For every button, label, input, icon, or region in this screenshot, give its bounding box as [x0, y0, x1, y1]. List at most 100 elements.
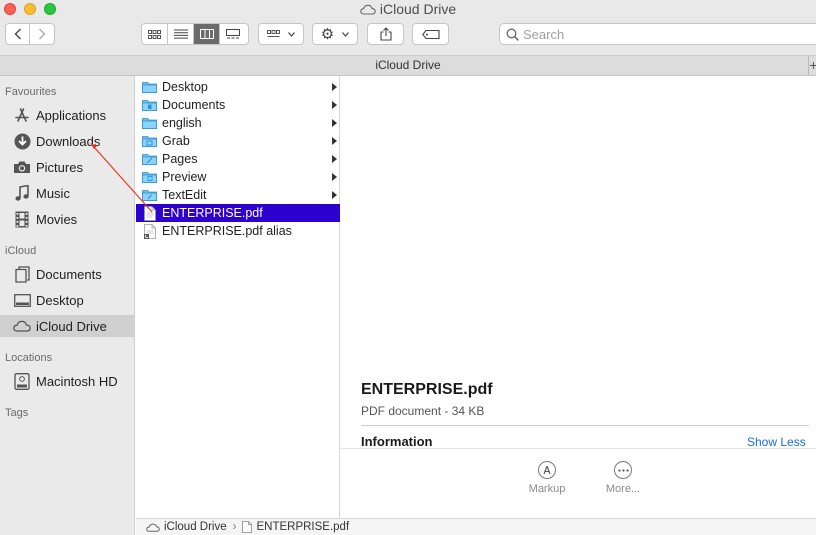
- path-bar: iCloud Drive › ENTERPRISE.pdf: [136, 518, 816, 535]
- disclosure-arrow-icon: [332, 191, 337, 199]
- window-title: iCloud Drive: [0, 1, 816, 18]
- view-mode-control: [141, 23, 249, 45]
- search-icon: [506, 28, 519, 41]
- list-item-label: Preview: [162, 170, 207, 184]
- preview-file-name: ENTERPRISE.pdf: [361, 381, 493, 398]
- list-item-label: TextEdit: [162, 188, 207, 202]
- disclosure-arrow-icon: [332, 83, 337, 91]
- sidebar-item-label: Documents: [36, 266, 102, 282]
- preview-pane: ENTERPRISE.pdf PDF document - 34 KB Info…: [341, 76, 816, 518]
- sidebar-item-label: Movies: [36, 211, 78, 227]
- applications-icon: [13, 106, 31, 124]
- list-item-label: Documents: [162, 98, 226, 112]
- list-item-label: ENTERPRISE.pdf alias: [162, 224, 292, 238]
- chevron-left-icon: [14, 28, 21, 40]
- document-icon: [13, 265, 31, 283]
- alias-file-icon: [142, 223, 157, 239]
- folder-icon: [142, 116, 157, 130]
- cloud-icon: [146, 523, 160, 532]
- chevron-down-icon: [288, 31, 295, 37]
- more-label: More...: [605, 483, 641, 495]
- sidebar-item-movies[interactable]: Movies: [0, 208, 134, 230]
- sidebar-item-label: Macintosh HD: [36, 373, 118, 389]
- back-button[interactable]: [6, 24, 31, 44]
- disclosure-arrow-icon: [332, 155, 337, 163]
- hard-drive-icon: [13, 372, 31, 390]
- back-forward-control: [5, 23, 55, 45]
- gallery-icon: [226, 29, 240, 39]
- column-view-button[interactable]: [194, 24, 220, 44]
- share-button[interactable]: [367, 23, 404, 45]
- gallery-view-button[interactable]: [220, 24, 246, 44]
- grid-icon: [148, 29, 161, 39]
- action-menu-button[interactable]: ⚙: [312, 23, 358, 45]
- list-item[interactable]: Pages: [136, 150, 340, 168]
- markup-label: Markup: [528, 483, 566, 495]
- sidebar-item-pictures[interactable]: Pictures: [0, 156, 134, 178]
- disclosure-arrow-icon: [332, 173, 337, 181]
- new-tab-button[interactable]: +: [808, 56, 816, 75]
- sidebar-item-documents[interactable]: Documents: [0, 263, 134, 285]
- list-item[interactable]: ENTERPRISE.pdf alias: [136, 222, 340, 240]
- chevron-down-icon: [342, 31, 350, 37]
- sidebar-item-music[interactable]: Music: [0, 182, 134, 204]
- desktop-icon: [13, 291, 31, 309]
- list-item-selected[interactable]: ENTERPRISE.pdf: [136, 204, 340, 222]
- folder-icon: [142, 188, 157, 202]
- divider: [361, 425, 809, 426]
- file-column: Desktop Documents english Grab Pages Pre…: [136, 76, 340, 518]
- path-segment-enterprise-pdf[interactable]: ENTERPRISE.pdf: [256, 521, 349, 533]
- chevron-right-icon: [39, 28, 46, 40]
- list-item[interactable]: Preview: [136, 168, 340, 186]
- tag-button[interactable]: [412, 23, 449, 45]
- search-field[interactable]: [499, 23, 816, 45]
- title-bar: iCloud Drive ⚙: [0, 0, 816, 55]
- forward-button[interactable]: [30, 24, 54, 44]
- list-item[interactable]: english: [136, 114, 340, 132]
- gear-icon: ⚙: [320, 25, 335, 43]
- pdf-file-icon: [142, 205, 157, 221]
- sidebar-item-downloads[interactable]: Downloads: [0, 130, 134, 152]
- more-icon: [614, 461, 632, 479]
- sidebar-item-label: iCloud Drive: [36, 318, 107, 334]
- sidebar-item-label: Music: [36, 185, 70, 201]
- sidebar-item-macintosh-hd[interactable]: Macintosh HD: [0, 370, 134, 392]
- list-icon: [173, 29, 188, 39]
- disclosure-arrow-icon: [332, 119, 337, 127]
- sidebar-item-label: Applications: [36, 107, 107, 123]
- information-heading: Information: [361, 434, 433, 449]
- more-button[interactable]: More...: [588, 461, 658, 495]
- cloud-icon: [13, 317, 31, 335]
- list-view-button[interactable]: [168, 24, 194, 44]
- list-item-label: Desktop: [162, 80, 208, 94]
- window-title-text: iCloud Drive: [379, 1, 457, 17]
- sidebar-item-desktop[interactable]: Desktop: [0, 289, 134, 311]
- disclosure-arrow-icon: [332, 101, 337, 109]
- markup-button[interactable]: Markup: [512, 461, 582, 495]
- columns-icon: [199, 29, 214, 39]
- list-item[interactable]: TextEdit: [136, 186, 340, 204]
- path-title-bar: iCloud Drive +: [0, 55, 816, 76]
- folder-icon: [142, 170, 157, 184]
- sidebar-item-icloud-drive[interactable]: iCloud Drive: [0, 315, 134, 337]
- sidebar-item-applications[interactable]: Applications: [0, 104, 134, 126]
- folder-icon: [142, 80, 157, 94]
- group-by-button[interactable]: [258, 23, 304, 45]
- sidebar-item-label: Downloads: [36, 133, 101, 149]
- sidebar-item-label: Pictures: [36, 159, 83, 175]
- list-item-label: ENTERPRISE.pdf: [162, 206, 263, 220]
- path-separator: ›: [232, 521, 237, 533]
- list-item[interactable]: Grab: [136, 132, 340, 150]
- music-note-icon: [13, 184, 31, 202]
- pdf-file-icon: [242, 521, 253, 533]
- disclosure-arrow-icon: [332, 137, 337, 145]
- list-item[interactable]: Documents: [136, 96, 340, 114]
- path-segment-icloud-drive[interactable]: iCloud Drive: [164, 521, 227, 533]
- search-input[interactable]: [523, 26, 803, 42]
- camera-icon: [13, 158, 31, 176]
- list-item[interactable]: Desktop: [136, 78, 340, 96]
- downloads-icon: [13, 132, 31, 150]
- list-item-label: Pages: [162, 152, 198, 166]
- show-less-link[interactable]: Show Less: [747, 435, 806, 449]
- icon-view-button[interactable]: [142, 24, 168, 44]
